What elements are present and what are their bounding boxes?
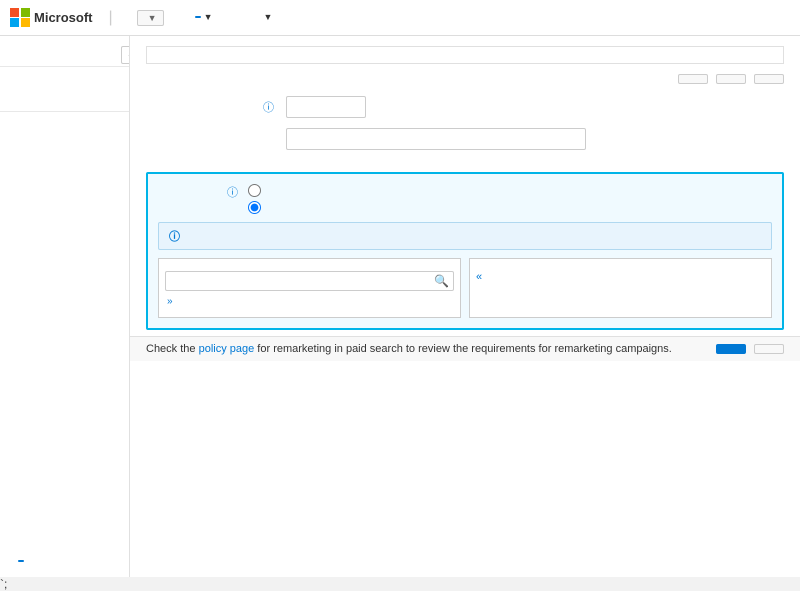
search-input[interactable] — [170, 275, 434, 287]
sharing-radio-2[interactable] — [248, 201, 261, 214]
sidebar: ‹ — [0, 36, 130, 577]
account-selector[interactable]: ▼ — [137, 10, 164, 26]
membership-label: ⓘ — [146, 99, 286, 115]
search-row: 🔍 — [165, 271, 454, 291]
sidebar-section-main — [0, 42, 129, 62]
sidebar-item-saved-account-reports[interactable] — [0, 555, 36, 567]
sharing-label: ⓘ — [158, 184, 248, 200]
sidebar-divider-1 — [0, 66, 129, 67]
accounts-right-panel: « — [469, 258, 772, 318]
description-input[interactable] — [286, 128, 586, 150]
top-navigation: Microsoft | ▼ ▼ ▼ — [0, 0, 800, 36]
action-buttons-row — [146, 74, 784, 84]
membership-input[interactable] — [286, 96, 366, 118]
membership-info-icon[interactable]: ⓘ — [263, 102, 274, 114]
accounts-left-panel: 🔍 » — [158, 258, 461, 318]
accounts-columns: 🔍 » « — [158, 258, 772, 318]
membership-row: ⓘ — [146, 96, 784, 118]
policy-note: Check the policy page for remarketing in… — [146, 343, 672, 355]
sharing-option1[interactable] — [248, 184, 266, 197]
nav-tabs: ▼ ▼ — [180, 0, 285, 36]
info-icon: ⓘ — [169, 228, 180, 244]
sharing-info-icon[interactable]: ⓘ — [227, 187, 238, 199]
nav-tab-accounts[interactable]: ▼ — [180, 0, 225, 36]
sharing-section: ⓘ ⓘ — [146, 172, 784, 330]
ms-logo-icon — [10, 8, 30, 28]
remove-all-chevron: « — [476, 271, 482, 283]
search-icon: 🔍 — [434, 274, 449, 288]
accounts-chevron: ▼ — [204, 12, 213, 22]
main-layout: ‹ — [0, 36, 800, 577]
sidebar-item-uet-tags[interactable] — [0, 91, 129, 99]
description-row — [146, 128, 784, 150]
sharing-radio-group — [248, 184, 266, 214]
remove-all-row[interactable]: « — [476, 271, 765, 283]
copy-button[interactable] — [678, 74, 708, 84]
code-block — [146, 46, 784, 64]
sidebar-item-bulk-operations[interactable] — [0, 52, 129, 62]
sidebar-item-accounts-summary[interactable] — [0, 42, 129, 52]
sidebar-divider-2 — [0, 111, 129, 112]
microsoft-logo: Microsoft — [10, 8, 93, 28]
sidebar-item-audiences[interactable] — [0, 99, 129, 107]
add-all-chevron: » — [167, 296, 173, 307]
account-selector-chevron: ▼ — [148, 13, 157, 23]
form-section: ⓘ — [130, 90, 800, 166]
sidebar-shared-library-label — [0, 71, 129, 91]
sharing-note: ⓘ — [158, 222, 772, 250]
sharing-radio-1[interactable] — [248, 184, 261, 197]
sharing-option2[interactable] — [248, 201, 266, 214]
bottom-bar: Check the policy page for remarketing in… — [130, 336, 800, 361]
sharing-row: ⓘ — [158, 184, 772, 214]
policy-link[interactable]: policy page — [199, 343, 255, 355]
cancel-button[interactable] — [754, 344, 784, 354]
nav-tab-reports[interactable] — [225, 0, 249, 36]
sidebar-collapse-button[interactable]: ‹ — [121, 46, 130, 64]
nav-separator: | — [109, 9, 113, 27]
saved-reports-badge — [18, 560, 24, 562]
tools-chevron: ▼ — [264, 12, 273, 22]
nav-tab-tools[interactable]: ▼ — [249, 0, 285, 36]
save-button[interactable] — [716, 344, 746, 354]
main-content: ⓘ ⓘ — [130, 36, 800, 577]
add-all-row[interactable]: » — [165, 296, 454, 307]
download-button[interactable] — [716, 74, 746, 84]
bottom-buttons — [716, 344, 784, 354]
email-button[interactable] — [754, 74, 784, 84]
